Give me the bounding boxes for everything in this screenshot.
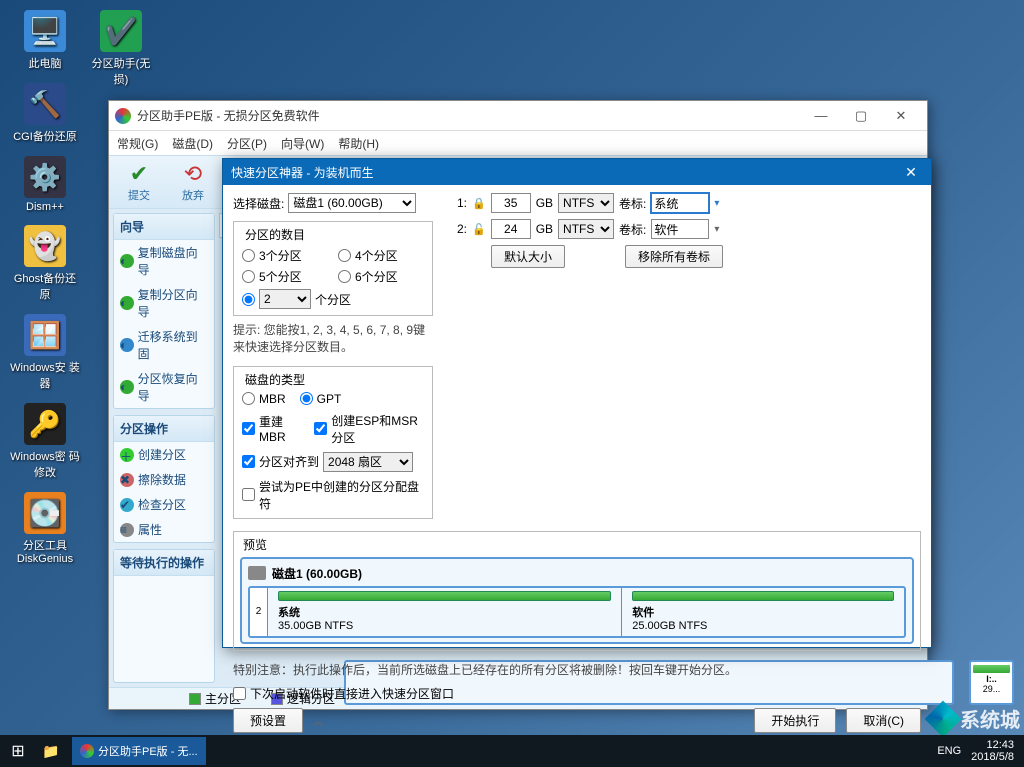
menu-bar: 常规(G) 磁盘(D) 分区(P) 向导(W) 帮助(H) [109,131,927,155]
op-properties[interactable]: ≡属性 [114,517,214,542]
cancel-button[interactable]: 取消(C) [846,708,921,733]
sidebar: 向导 ◐复制磁盘向导 ◐复制分区向导 ◐迁移系统到固 ◐分区恢复向导 分区操作 … [109,209,219,687]
maximize-button[interactable]: ▢ [841,102,881,130]
dropdown-icon[interactable]: ▾ [714,198,719,209]
radio-custom-count[interactable] [242,293,255,306]
op-wipe[interactable]: ✖擦除数据 [114,467,214,492]
wizard-migrate-os[interactable]: ◐迁移系统到固 [114,324,214,366]
menu-help[interactable]: 帮助(H) [338,135,379,152]
minimize-button[interactable]: — [801,102,841,130]
radio-gpt[interactable]: GPT [300,392,342,406]
desktop-icon-cgi-backup[interactable]: 🔨CGI备份还原 [10,83,80,144]
watermark: 系统城 [930,704,1020,733]
quick-partition-dialog: 快速分区神器 - 为装机而生 ✕ 选择磁盘: 磁盘1 (60.00GB) 分区的… [222,158,932,648]
preview-partition-1[interactable]: 系统 35.00GB NTFS [268,588,621,636]
partition-row-2: 2: 🔓 GB NTFS 卷标: ▾ [453,219,921,239]
hint-text: 提示: 您能按1, 2, 3, 4, 5, 6, 7, 8, 9键来快速选择分区… [233,322,433,356]
partition-row-1: 1: 🔒 GB NTFS 卷标: ▾ [453,193,921,213]
app-icon [115,108,131,124]
taskbar-app-icon [80,744,94,758]
fs-select-2[interactable]: NTFS [558,219,614,239]
menu-disk[interactable]: 磁盘(D) [172,135,213,152]
radio-6-partitions[interactable]: 6个分区 [338,268,424,285]
toolbar-commit[interactable]: ✔提交 [115,161,163,203]
default-size-button[interactable]: 默认大小 [491,245,565,268]
radio-3-partitions[interactable]: 3个分区 [242,247,328,264]
volume-input-1[interactable] [651,193,709,213]
align-select[interactable]: 2048 扇区 [323,452,413,472]
start-button[interactable]: ⊞ [0,741,36,761]
check-assign-pe[interactable]: 尝试为PE中创建的分区分配盘符 [242,478,424,512]
op-create[interactable]: ＋创建分区 [114,442,214,467]
custom-count-select[interactable]: 2 [259,289,311,309]
desktop-icon-win-password[interactable]: 🔑Windows密 码修改 [10,403,80,480]
menu-wizard[interactable]: 向导(W) [281,135,324,152]
small-disk-i[interactable]: I:.. 29... [969,660,1014,705]
tray-lang[interactable]: ENG [937,745,961,757]
lock-icon[interactable]: 🔓 [472,223,486,236]
panel-operations: 分区操作 ＋创建分区 ✖擦除数据 ✔检查分区 ≡属性 [113,415,215,543]
window-title: 分区助手PE版 - 无损分区免费软件 [137,107,320,124]
op-check[interactable]: ✔检查分区 [114,492,214,517]
wizard-copy-partition[interactable]: ◐复制分区向导 [114,282,214,324]
toolbar-discard[interactable]: ⟲放弃 [169,161,217,203]
check-next-launch[interactable]: 下次启动软件时直接进入快速分区窗口 [233,685,921,702]
desktop-icon-diskgenius[interactable]: 💽分区工具 DiskGenius [10,492,80,565]
desktop-icon-partition-assistant[interactable]: ✔️分区助手(无 损) [86,10,156,87]
warning-text: 特别注意：执行此操作后，当前所选磁盘上已经存在的所有分区将被删除！按回车键开始分… [233,661,921,679]
radio-mbr[interactable]: MBR [242,392,286,406]
chevron-icon: ︽ [313,713,323,728]
taskbar-app-button[interactable]: 分区助手PE版 - 无... [72,737,206,765]
size-input-2[interactable] [491,219,531,239]
tray-date[interactable]: 2018/5/8 [971,751,1014,763]
panel-pending: 等待执行的操作 [113,549,215,683]
disk-icon [248,566,266,580]
preview-group: 预览 磁盘1 (60.00GB) 2 系统 35.00GB NTFS 软件 25… [233,531,921,651]
panel-wizard: 向导 ◐复制磁盘向导 ◐复制分区向导 ◐迁移系统到固 ◐分区恢复向导 [113,213,215,409]
remove-labels-button[interactable]: 移除所有卷标 [625,245,723,268]
disk-type-group: 磁盘的类型 MBR GPT 重建MBR 创建ESP和MSR分区 分区对齐到 20… [233,366,433,519]
wizard-recover-partition[interactable]: ◐分区恢复向导 [114,366,214,408]
system-tray: ENG 12:43 2018/5/8 [927,739,1024,763]
desktop-icon-dism[interactable]: ⚙️Dism++ [10,156,80,213]
check-rebuild-mbr[interactable]: 重建MBR [242,413,300,444]
preset-button[interactable]: 预设置 [233,708,303,733]
preview-partition-2[interactable]: 软件 25.00GB NTFS [621,588,904,636]
check-align[interactable]: 分区对齐到 [242,453,319,470]
lock-icon[interactable]: 🔒 [472,197,486,210]
menu-general[interactable]: 常规(G) [117,135,158,152]
titlebar[interactable]: 分区助手PE版 - 无损分区免费软件 — ▢ ✕ [109,101,927,131]
desktop-icon-this-pc[interactable]: 🖥️此电脑 [10,10,80,71]
desktop-icon-ghost[interactable]: 👻Ghost备份还 原 [10,225,80,302]
taskbar: ⊞ 📁 分区助手PE版 - 无... ENG 12:43 2018/5/8 [0,735,1024,767]
check-create-esp[interactable]: 创建ESP和MSR分区 [314,412,424,446]
close-button[interactable]: ✕ [881,102,921,130]
desktop-icon-win-installer[interactable]: 🪟Windows安 装器 [10,314,80,391]
esp-slot: 2 [250,588,268,636]
menu-partition[interactable]: 分区(P) [227,135,267,152]
dialog-titlebar[interactable]: 快速分区神器 - 为装机而生 ✕ [223,159,931,185]
disk-select[interactable]: 磁盘1 (60.00GB) [288,193,416,213]
radio-4-partitions[interactable]: 4个分区 [338,247,424,264]
fs-select-1[interactable]: NTFS [558,193,614,213]
wizard-copy-disk[interactable]: ◐复制磁盘向导 [114,240,214,282]
dialog-close-button[interactable]: ✕ [899,164,923,181]
dropdown-icon[interactable]: ▾ [714,224,719,235]
taskbar-explorer-icon[interactable]: 📁 [36,743,66,760]
volume-input-2[interactable] [651,219,709,239]
start-button[interactable]: 开始执行 [754,708,836,733]
tray-time[interactable]: 12:43 [971,739,1014,751]
radio-5-partitions[interactable]: 5个分区 [242,268,328,285]
desktop-icons-column: 🖥️此电脑 🔨CGI备份还原 ⚙️Dism++ 👻Ghost备份还 原 🪟Win… [10,10,80,577]
partition-count-group: 分区的数目 3个分区 4个分区 5个分区 6个分区 2 个分区 [233,221,433,316]
size-input-1[interactable] [491,193,531,213]
